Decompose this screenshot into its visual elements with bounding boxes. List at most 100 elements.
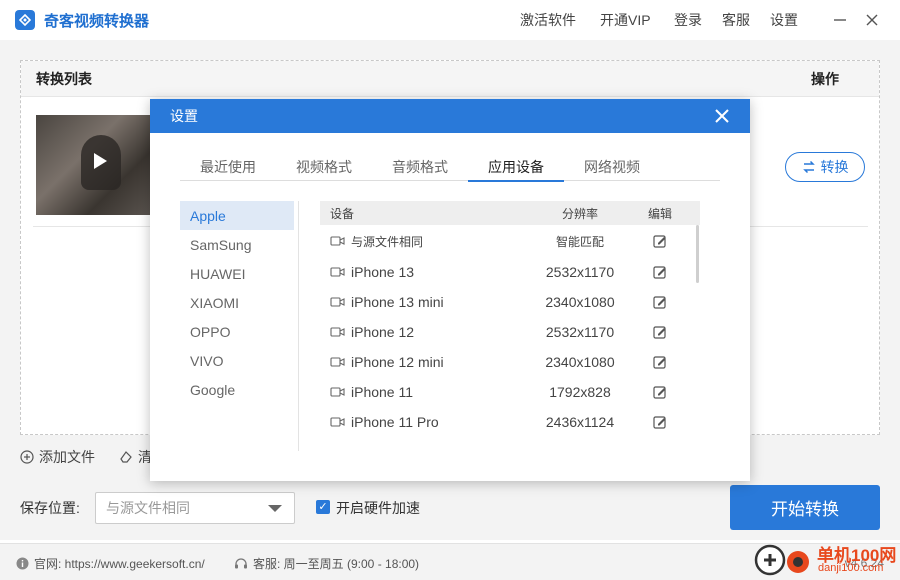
device-name: iPhone 12 mini: [320, 354, 530, 370]
tab-devices[interactable]: 应用设备: [468, 157, 564, 182]
device-resolution: 智能匹配: [555, 234, 604, 249]
column-resolution: 分辨率: [561, 206, 598, 221]
edit-icon[interactable]: [630, 385, 690, 399]
brand-item-huawei[interactable]: HUAWEI: [180, 259, 294, 288]
brand-item-samsung[interactable]: SamSung: [180, 230, 294, 259]
device-resolution: 1792x828: [549, 384, 611, 400]
list-header: 转换列表 操作: [21, 61, 879, 97]
video-camera-icon: [330, 296, 345, 308]
brand-item-oppo[interactable]: OPPO: [180, 317, 294, 346]
title-bar: 奇客视频转换器 激活软件 开通VIP 登录 客服 设置: [0, 0, 900, 40]
list-actions: 添加文件 清: [20, 447, 152, 467]
brand-item-vivo[interactable]: VIVO: [180, 346, 294, 375]
column-device: 设备: [330, 206, 355, 221]
app-logo-icon: [15, 10, 35, 30]
device-name: iPhone 12: [320, 324, 530, 340]
brand-item-google[interactable]: Google: [180, 375, 294, 404]
video-camera-icon: [330, 235, 345, 247]
play-icon[interactable]: [94, 153, 107, 169]
device-row[interactable]: iPhone 11 1792x828: [320, 377, 700, 407]
minimize-icon[interactable]: [830, 10, 850, 30]
close-icon[interactable]: [862, 10, 882, 30]
convert-button[interactable]: 转换: [785, 152, 865, 182]
edit-icon[interactable]: [630, 234, 690, 248]
hw-accel-checkbox[interactable]: ✓: [316, 500, 330, 514]
video-thumbnail[interactable]: [36, 115, 152, 215]
nav-service[interactable]: 客服: [722, 0, 750, 40]
device-name-text: iPhone 13 mini: [351, 294, 444, 310]
device-table: 设备 分辨率 编辑 与源文件相同 智能匹配 iPhone 13 2532x1170 iP…: [320, 201, 700, 451]
tab-recent[interactable]: 最近使用: [180, 157, 276, 181]
device-row[interactable]: iPhone 11 Pro 2436x1124: [320, 407, 700, 437]
edit-icon[interactable]: [630, 325, 690, 339]
watermark: 单机100网 danji100.com: [752, 540, 900, 580]
nav-activate[interactable]: 激活软件: [520, 0, 576, 40]
plus-circle-icon: [20, 450, 34, 464]
chevron-down-icon: [268, 505, 282, 512]
device-name-text: iPhone 11: [351, 384, 414, 400]
device-row[interactable]: 与源文件相同 智能匹配: [320, 225, 700, 257]
device-name: iPhone 13: [320, 264, 530, 280]
edit-icon[interactable]: [630, 415, 690, 429]
edit-icon[interactable]: [630, 295, 690, 309]
edit-icon[interactable]: [630, 265, 690, 279]
nav-login[interactable]: 登录: [674, 0, 702, 40]
eraser-icon: [120, 451, 132, 463]
device-name: 与源文件相同: [320, 233, 530, 250]
info-icon: [16, 557, 29, 570]
device-name: iPhone 11: [320, 384, 530, 400]
save-location-select[interactable]: 与源文件相同: [95, 492, 295, 524]
device-resolution: 2436x1124: [545, 414, 615, 430]
start-convert-button[interactable]: 开始转换: [730, 485, 880, 530]
hw-accel-label: 开启硬件加速: [336, 500, 420, 516]
video-camera-icon: [330, 416, 345, 428]
list-header-title: 转换列表: [36, 70, 92, 87]
nav-settings[interactable]: 设置: [770, 0, 798, 40]
watermark-domain: danji100.com: [818, 562, 884, 574]
device-name: iPhone 11 Pro: [320, 414, 530, 430]
tab-video-format[interactable]: 视频格式: [276, 157, 372, 181]
nav-vip[interactable]: 开通VIP: [600, 0, 651, 40]
edit-icon[interactable]: [630, 355, 690, 369]
settings-dialog: 设置 最近使用 视频格式 音频格式 应用设备 网络视频 Apple SamSun…: [150, 99, 750, 481]
brand-item-xiaomi[interactable]: XIAOMI: [180, 288, 294, 317]
device-row[interactable]: iPhone 12 mini 2340x1080: [320, 347, 700, 377]
brand-item-apple[interactable]: Apple: [180, 201, 294, 230]
website-link[interactable]: 官网: https://www.geekersoft.cn/: [16, 555, 205, 572]
device-resolution: 2340x1080: [545, 294, 615, 310]
device-name-text: iPhone 13: [351, 264, 415, 280]
video-camera-icon: [330, 356, 345, 368]
add-file-button[interactable]: 添加文件: [20, 447, 95, 467]
video-camera-icon: [330, 266, 345, 278]
dialog-header: 设置: [150, 99, 750, 133]
headset-icon: [235, 557, 247, 568]
device-resolution: 2340x1080: [545, 354, 615, 370]
device-table-header: 设备 分辨率 编辑: [320, 201, 700, 225]
list-header-actions: 操作: [811, 70, 839, 87]
dialog-close-icon[interactable]: [714, 108, 730, 124]
device-resolution: 2532x1170: [545, 264, 615, 280]
app-title: 奇客视频转换器: [44, 12, 150, 30]
save-location-label: 保存位置:: [20, 500, 80, 516]
device-name-text: 与源文件相同: [351, 234, 424, 249]
video-camera-icon: [330, 326, 345, 338]
tab-audio-format[interactable]: 音频格式: [372, 157, 468, 181]
device-list-scrollbar[interactable]: [696, 225, 699, 283]
device-row[interactable]: iPhone 13 mini 2340x1080: [320, 287, 700, 317]
device-name-text: iPhone 12: [351, 324, 415, 340]
device-row[interactable]: iPhone 12 2532x1170: [320, 317, 700, 347]
dialog-title: 设置: [170, 108, 198, 124]
device-name: iPhone 13 mini: [320, 294, 530, 310]
swap-icon: [802, 160, 815, 174]
device-name-text: iPhone 11 Pro: [351, 414, 439, 430]
dialog-tabs: 最近使用 视频格式 音频格式 应用设备 网络视频: [180, 153, 720, 182]
device-resolution: 2532x1170: [545, 324, 615, 340]
tab-web-video[interactable]: 网络视频: [564, 157, 660, 181]
support-hours: 客服: 周一至周五 (9:00 - 18:00): [234, 555, 419, 572]
device-name-text: iPhone 12 mini: [351, 354, 444, 370]
brand-list: Apple SamSung HUAWEI XIAOMI OPPO VIVO Go…: [180, 201, 294, 404]
device-row[interactable]: iPhone 13 2532x1170: [320, 257, 700, 287]
clear-button[interactable]: 清: [119, 447, 152, 467]
watermark-logo-icon: [754, 544, 809, 576]
video-camera-icon: [330, 386, 345, 398]
